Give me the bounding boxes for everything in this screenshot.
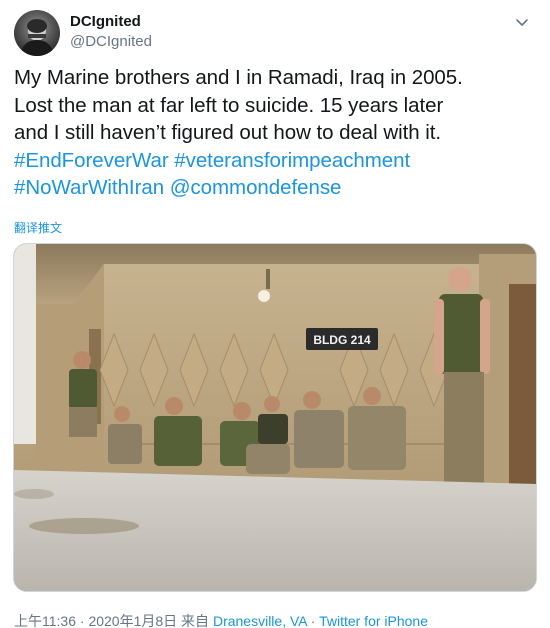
bldg-sign-text: BLDG 214 (313, 333, 371, 347)
tweet-text-line-2: Lost the man at far left to suicide. 15 … (14, 93, 444, 117)
hashtag-veteransforimpeachment-link[interactable]: #veteransforimpeachment (174, 149, 410, 172)
mention-commondefense-link[interactable]: @commondefense (170, 176, 342, 199)
tweet-meta: 上午11:36 · 2020年1月8日 来自 Dranesville, VA ·… (14, 611, 428, 628)
avatar[interactable] (14, 10, 60, 56)
meta-separator: · (306, 613, 320, 628)
tweet-text-line-5: #NoWarWithIran @commondefense (14, 174, 536, 202)
chevron-down-icon[interactable] (514, 14, 530, 30)
tweet-date[interactable]: 2020年1月8日 (88, 613, 177, 628)
location-link[interactable]: Dranesville, VA (213, 613, 307, 628)
tweet-header: DCIgnited @DCIgnited (14, 10, 536, 56)
author-names: DCIgnited @DCIgnited (70, 12, 152, 51)
tweet-photo[interactable]: BLDG 214 (13, 243, 537, 592)
author-display-name[interactable]: DCIgnited (70, 12, 152, 31)
hashtag-endforeverwar-link[interactable]: #EndForeverWar (14, 149, 169, 172)
source-app-link[interactable]: Twitter for iPhone (319, 613, 428, 628)
from-label: 来自 (177, 613, 213, 628)
translate-tweet-link[interactable]: 翻译推文 (14, 219, 62, 236)
tweet-time[interactable]: 上午11:36 (14, 613, 76, 628)
tweet-text-line-3: and I still haven’t figured out how to d… (14, 121, 442, 144)
tweet-text-line-4: #EndForeverWar #veteransforimpeachment (14, 147, 536, 175)
tweet-text-line-1: My Marine brothers and I in Ramadi, Iraq… (14, 66, 463, 89)
author-handle[interactable]: @DCIgnited (70, 32, 152, 51)
hashtag-nowarwithiran-link[interactable]: #NoWarWithIran (14, 176, 164, 199)
meta-separator: · (76, 613, 89, 628)
tweet-text: My Marine brothers and I in Ramadi, Iraq… (14, 64, 536, 202)
